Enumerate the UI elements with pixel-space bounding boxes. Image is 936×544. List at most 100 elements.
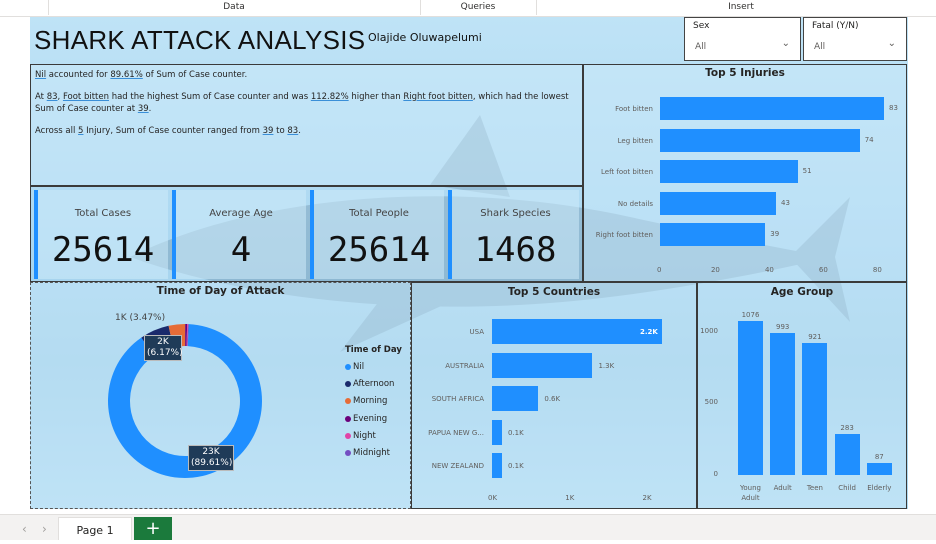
donut-label-big-value: 23K — [202, 447, 220, 457]
kpi-card-shark-species[interactable]: Shark Species 1468 — [448, 190, 579, 279]
narrative-paragraph: Nil accounted for 89.61% of Sum of Case … — [35, 69, 578, 81]
narrative-text: At — [35, 92, 47, 102]
x-tick-label: 2K — [642, 494, 652, 502]
narrative-value: 39 — [137, 104, 149, 114]
kpi-card-average-age[interactable]: Average Age 4 — [172, 190, 306, 279]
donut-label-big-pct: (89.61%) — [191, 458, 233, 468]
chevron-down-icon[interactable]: ⌄ — [888, 38, 896, 49]
smart-narrative: Nil accounted for 89.61% of Sum of Case … — [30, 64, 583, 186]
x-tick-label: Adult — [773, 484, 792, 492]
bar[interactable] — [802, 343, 828, 475]
x-tick-label: 1K — [565, 494, 575, 502]
chart-title: Age Group — [770, 286, 834, 298]
narrative-value: Nil — [35, 70, 47, 80]
narrative-text: had the highest Sum of Case counter and … — [109, 92, 311, 102]
legend-label: Midnight — [353, 448, 390, 458]
bar-data-label: 0.1K — [508, 428, 524, 437]
donut-label-small: 1K (3.47%) — [115, 313, 166, 323]
kpi-value: 25614 — [327, 230, 431, 270]
y-tick-label: 500 — [704, 398, 718, 407]
bar[interactable] — [492, 386, 539, 411]
sex-slicer[interactable]: Sex All ⌄ — [684, 17, 801, 61]
x-tick-label: 40 — [764, 266, 774, 274]
page-tab-1[interactable]: Page 1 — [58, 517, 132, 540]
kpi-card-total-people[interactable]: Total People 25614 — [310, 190, 444, 279]
legend-item[interactable]: Night — [345, 431, 376, 441]
bar-data-label: 74 — [864, 135, 874, 144]
x-tick-label: 0K — [488, 494, 498, 502]
ribbon-tab-queries[interactable]: Queries — [420, 2, 536, 12]
bar[interactable] — [492, 319, 662, 344]
legend-item[interactable]: Midnight — [345, 448, 390, 458]
x-tick-label: Teen — [806, 484, 823, 492]
donut-label-mid: 2K (6.17%) — [144, 335, 183, 361]
bar[interactable] — [660, 223, 766, 246]
fatal-slicer-label: Fatal (Y/N) — [812, 21, 859, 31]
legend-item[interactable]: Morning — [345, 396, 387, 406]
bar-data-label: 83 — [889, 104, 898, 112]
bar[interactable] — [492, 453, 502, 478]
bar[interactable] — [660, 128, 860, 152]
age-group-chart[interactable]: Age Group 1076 Young Adult 993 Adult 921 Teen… — [697, 282, 907, 509]
bar-data-label: 921 — [808, 333, 822, 342]
fatal-slicer-value[interactable]: All — [814, 42, 825, 52]
donut-svg — [107, 324, 262, 478]
narrative-text: to — [273, 126, 288, 136]
bar-category-label: No details — [617, 199, 653, 208]
kpi-value: 25614 — [51, 230, 155, 270]
bar-category-label: Leg bitten — [617, 136, 653, 145]
ribbon-tab-insert[interactable]: Insert — [536, 2, 936, 12]
kpi-label: Average Age — [209, 208, 273, 219]
bar-category-label: PAPUA NEW G... — [428, 428, 484, 437]
narrative-value: Foot bitten — [62, 92, 109, 102]
bar-data-label: 1076 — [741, 311, 760, 319]
legend-label: Night — [353, 431, 376, 441]
fatal-slicer[interactable]: Fatal (Y/N) All ⌄ — [803, 17, 907, 61]
bar[interactable] — [492, 419, 502, 445]
sex-slicer-value[interactable]: All — [695, 42, 706, 52]
top-injuries-chart[interactable]: Top 5 Injuries Foot bitten 83 Leg bitten 74… — [583, 64, 907, 282]
donut-slice[interactable] — [107, 324, 262, 478]
legend-item[interactable]: Afternoon — [345, 379, 394, 389]
narrative-value: 39 — [262, 126, 274, 136]
narrative-text: of Sum of Case counter. — [142, 70, 248, 80]
bar-category-label: USA — [469, 328, 485, 336]
donut-label-mid-pct: (6.17%) — [147, 348, 183, 358]
ribbon-tab-data[interactable]: Data — [48, 2, 420, 12]
bar[interactable] — [660, 191, 777, 215]
chevron-down-icon[interactable]: ⌄ — [782, 38, 790, 49]
bar-data-label: 993 — [776, 322, 790, 331]
bar[interactable] — [834, 434, 860, 475]
bar-data-label: 39 — [770, 230, 780, 238]
narrative-text: Across all — [35, 126, 79, 136]
kpi-label: Total People — [349, 208, 409, 219]
next-page-icon[interactable]: › — [42, 522, 47, 536]
kpi-value: 1468 — [474, 230, 557, 270]
bar-category-label: SOUTH AFRICA — [431, 395, 484, 403]
kpi-card-total-cases[interactable]: Total Cases 25614 — [34, 190, 168, 279]
donut-label-big: 23K (89.61%) — [188, 445, 234, 471]
top-countries-chart[interactable]: Top 5 Countries USA 2.2K AUSTRALIA 1.3K SOUT… — [411, 282, 697, 509]
legend-label: Nil — [353, 362, 365, 372]
bar-data-label: 43 — [781, 198, 790, 207]
sex-slicer-label: Sex — [693, 21, 710, 31]
add-page-button[interactable]: + — [134, 517, 172, 540]
bar[interactable] — [770, 332, 796, 475]
bar-data-label: 0.1K — [508, 462, 524, 470]
bar[interactable] — [866, 462, 892, 475]
bar[interactable] — [492, 352, 593, 378]
legend-item[interactable]: Evening — [345, 414, 387, 424]
bar[interactable] — [660, 160, 798, 183]
bar[interactable] — [660, 97, 884, 120]
narrative-value: 83 — [287, 126, 299, 136]
bar[interactable] — [738, 321, 763, 475]
narrative-paragraph: At 83, Foot bitten had the highest Sum o… — [35, 91, 578, 115]
x-tick-label: 80 — [872, 266, 882, 274]
bar-data-label: 283 — [840, 424, 854, 433]
legend-item[interactable]: Nil — [345, 362, 364, 372]
prev-page-icon[interactable]: ‹ — [22, 522, 27, 536]
time-of-day-chart[interactable]: Time of Day of Attack 1K (3.47%) 2K (6.1… — [30, 282, 411, 509]
narrative-paragraph: Across all 5 Injury, Sum of Case counter… — [35, 125, 578, 137]
narrative-text: Injury, Sum of Case counter ranged from — [83, 126, 263, 136]
bar-category-label: NEW ZEALAND — [431, 462, 484, 470]
